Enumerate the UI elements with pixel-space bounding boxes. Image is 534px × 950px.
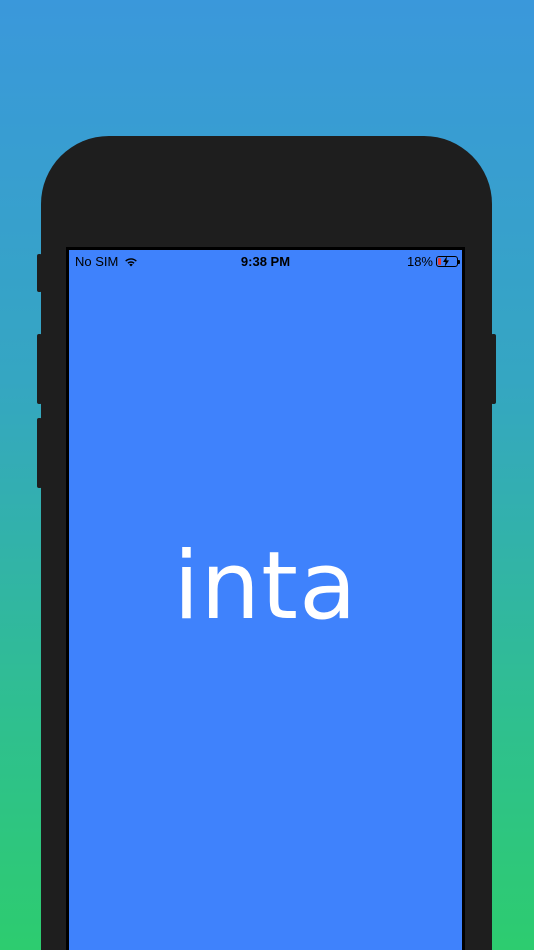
battery-level-fill — [438, 258, 441, 265]
status-right: 18% — [406, 254, 460, 269]
battery-charging-icon — [436, 256, 460, 267]
status-time: 9:38 PM — [240, 254, 291, 269]
app-logo-text: inta — [173, 532, 358, 641]
splash-screen: No SIM 9:38 PM 18% inta — [69, 250, 462, 950]
phone-screen: No SIM 9:38 PM 18% inta — [66, 247, 465, 950]
status-bar: No SIM 9:38 PM 18% — [69, 250, 462, 272]
battery-percent: 18% — [406, 254, 433, 269]
charging-bolt-icon — [443, 256, 449, 267]
